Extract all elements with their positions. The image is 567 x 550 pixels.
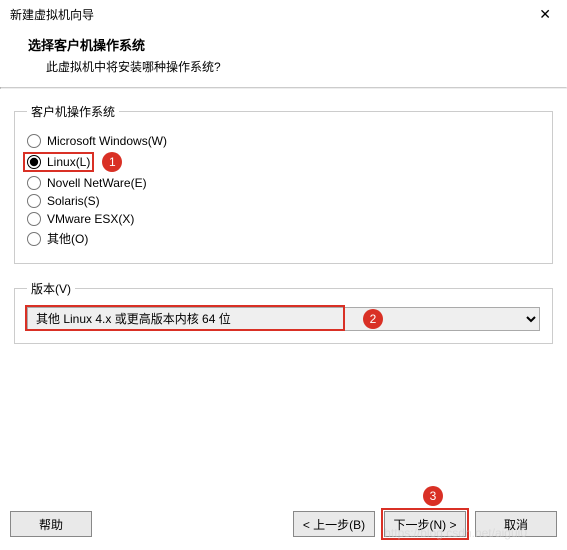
radio-other-label: 其他(O) — [47, 230, 88, 247]
radio-novell-label: Novell NetWare(E) — [47, 176, 147, 190]
radio-solaris-input[interactable] — [27, 194, 41, 208]
cancel-button[interactable]: 取消 — [475, 511, 557, 537]
radio-novell[interactable]: Novell NetWare(E) — [27, 176, 540, 190]
radio-novell-input[interactable] — [27, 176, 41, 190]
annotation-badge-2: 2 — [363, 309, 383, 329]
radio-linux-label: Linux(L) — [47, 155, 90, 169]
radio-solaris-label: Solaris(S) — [47, 194, 100, 208]
radio-solaris[interactable]: Solaris(S) — [27, 194, 540, 208]
radio-vmware[interactable]: VMware ESX(X) — [27, 212, 540, 226]
radio-linux[interactable]: Linux(L) — [23, 152, 94, 172]
next-button[interactable]: 下一步(N) > — [384, 511, 466, 537]
page-subtitle: 此虚拟机中将安装哪种操作系统? — [28, 58, 567, 75]
annotation-badge-1: 1 — [102, 152, 122, 172]
radio-vmware-input[interactable] — [27, 212, 41, 226]
window-title: 新建虚拟机向导 — [10, 6, 94, 23]
next-button-wrap: 3 下一步(N) > — [381, 508, 469, 540]
close-icon[interactable]: ✕ — [533, 6, 557, 23]
version-select[interactable]: 其他 Linux 4.x 或更高版本内核 64 位 — [27, 307, 540, 331]
annotation-badge-3: 3 — [423, 486, 443, 506]
help-button[interactable]: 帮助 — [10, 511, 92, 537]
titlebar: 新建虚拟机向导 ✕ — [0, 0, 567, 29]
radio-linux-input[interactable] — [27, 155, 41, 169]
radio-other[interactable]: 其他(O) — [27, 230, 540, 247]
next-highlight: 下一步(N) > — [381, 508, 469, 540]
wizard-header: 选择客户机操作系统 此虚拟机中将安装哪种操作系统? — [0, 29, 567, 87]
os-fieldset: 客户机操作系统 Microsoft Windows(W) Linux(L) 1 … — [14, 103, 553, 264]
os-legend: 客户机操作系统 — [27, 103, 119, 120]
radio-other-input[interactable] — [27, 232, 41, 246]
radio-linux-row: Linux(L) 1 — [27, 152, 540, 172]
radio-windows-input[interactable] — [27, 134, 41, 148]
version-select-wrap: 其他 Linux 4.x 或更高版本内核 64 位 2 — [27, 307, 540, 331]
page-title: 选择客户机操作系统 — [28, 35, 567, 54]
button-bar: 帮助 < 上一步(B) 3 下一步(N) > 取消 — [10, 508, 557, 540]
wizard-body: 客户机操作系统 Microsoft Windows(W) Linux(L) 1 … — [0, 89, 567, 344]
back-button[interactable]: < 上一步(B) — [293, 511, 375, 537]
radio-vmware-label: VMware ESX(X) — [47, 212, 134, 226]
version-legend: 版本(V) — [27, 280, 75, 297]
radio-windows-label: Microsoft Windows(W) — [47, 134, 167, 148]
radio-windows[interactable]: Microsoft Windows(W) — [27, 134, 540, 148]
version-fieldset: 版本(V) 其他 Linux 4.x 或更高版本内核 64 位 2 — [14, 280, 553, 344]
